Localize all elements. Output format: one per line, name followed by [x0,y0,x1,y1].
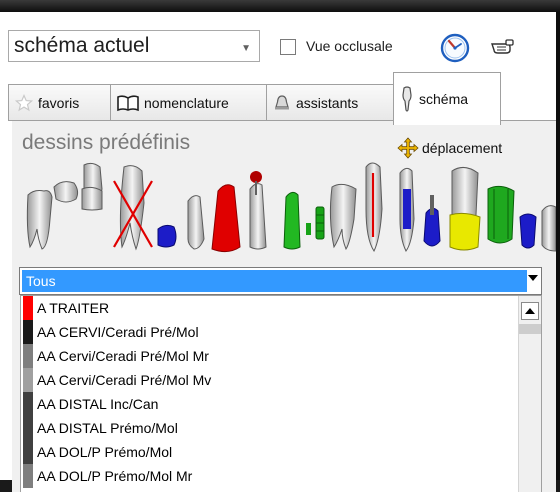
schema-tab-content: dessins prédéfinis déplacement Tous A TR… [12,121,556,492]
tab-schema[interactable]: schéma [393,72,501,125]
scroll-thumb[interactable] [519,324,541,334]
list-item-label: AA DOL/P Prémo/Mol [37,444,173,460]
star-icon [15,93,33,112]
move-label: déplacement [422,140,503,156]
bell-icon [273,94,291,112]
list-item[interactable]: AA DOL/P Prémo/Mol [21,440,541,464]
drawing-blue-filling[interactable] [399,167,415,252]
list-item[interactable]: AA DOL/P Prémo/Mol Mr [21,464,541,488]
color-swatch [23,344,33,368]
tab-favoris-label: favoris [38,94,80,111]
list-item-label: A TRAITER [37,300,110,316]
list-scrollbar[interactable] [518,296,541,492]
scroll-up-button[interactable] [521,302,539,320]
drawing-green-tooth[interactable] [283,191,301,250]
tab-nomenclature-label: nomenclature [144,94,229,111]
schema-select-value: schéma actuel [14,34,150,57]
history-clock-icon[interactable] [440,33,470,63]
color-swatch [23,392,33,416]
list-item[interactable]: A TRAITER [21,296,541,320]
occlusal-view-checkbox[interactable] [280,39,296,55]
tab-schema-label: schéma [419,91,469,107]
tab-assistants-label: assistants [296,94,359,111]
tab-bar: favoris nomenclature assistants schéma [8,72,556,125]
drawing-red-tooth[interactable] [211,184,241,253]
drawing-tooth-end[interactable] [541,205,556,252]
color-swatch [23,440,33,464]
list-item-label: AA DISTAL Inc/Can [37,396,159,412]
drawing-canal[interactable] [365,162,383,252]
occlusal-view-label: Vue occlusale [306,38,393,54]
color-swatch [23,296,33,320]
tab-nomenclature[interactable]: nomenclature [110,84,267,120]
list-item-label: AA DISTAL Prémo/Mol [37,420,178,436]
tap-hand-icon[interactable] [488,34,516,60]
drawing-extraction[interactable] [113,165,153,251]
list-item[interactable]: AA DISTAL Inc/Can [21,392,541,416]
filter-select-value: Tous [22,270,527,292]
list-item-label: AA Cervi/Ceradi Pré/Mol Mv [37,372,212,388]
color-swatch [23,416,33,440]
tooth-icon [400,86,414,112]
drawings-list: A TRAITER AA CERVI/Ceradi Pré/Mol AA Cer… [20,295,542,492]
drawing-pin[interactable] [249,171,267,250]
color-swatch [23,320,33,344]
move-arrows-icon [397,137,419,159]
open-book-icon [117,94,139,112]
move-button[interactable]: déplacement [397,137,502,159]
drawing-blue-crown[interactable] [157,224,177,248]
window-top-strip [0,0,560,12]
drawing-crown[interactable] [53,181,79,203]
color-swatch [23,368,33,392]
drawing-blue-post[interactable] [423,195,441,247]
schema-select[interactable]: schéma actuel ▼ [8,30,260,62]
drawing-yellow-crown[interactable] [449,167,481,251]
drawing-green-molar[interactable] [487,185,515,244]
predefined-drawings-title: dessins prédéfinis [22,131,191,154]
tab-assistants[interactable]: assistants [266,84,394,120]
list-item[interactable]: AA CERVI/Ceradi Pré/Mol [21,320,541,344]
list-item-label: AA DOL/P Prémo/Mol Mr [37,468,193,484]
list-item[interactable]: AA Cervi/Ceradi Pré/Mol Mv [21,368,541,392]
drawing-post[interactable] [187,195,205,250]
filter-select[interactable]: Tous [19,267,542,295]
drawing-blue-small[interactable] [519,213,537,249]
chevron-down-icon [528,275,538,281]
list-item-label: AA CERVI/Ceradi Pré/Mol [37,324,199,340]
drawing-molar-2[interactable] [329,183,357,251]
color-swatch [23,464,33,488]
chevron-down-icon: ▼ [241,43,251,54]
drawing-green-implant[interactable] [306,206,325,240]
list-item[interactable]: AA Cervi/Ceradi Pré/Mol Mr [21,344,541,368]
list-item[interactable]: AA DISTAL Prémo/Mol [21,416,541,440]
drawing-molar[interactable] [26,190,53,250]
predefined-drawings-strip [26,162,556,253]
tooth-schema-panel: schéma actuel ▼ Vue occlusale favoris no… [0,12,560,492]
list-item-label: AA Cervi/Ceradi Pré/Mol Mr [37,348,209,364]
drawing-molar-tall[interactable] [81,162,103,211]
tab-favoris[interactable]: favoris [8,84,111,120]
